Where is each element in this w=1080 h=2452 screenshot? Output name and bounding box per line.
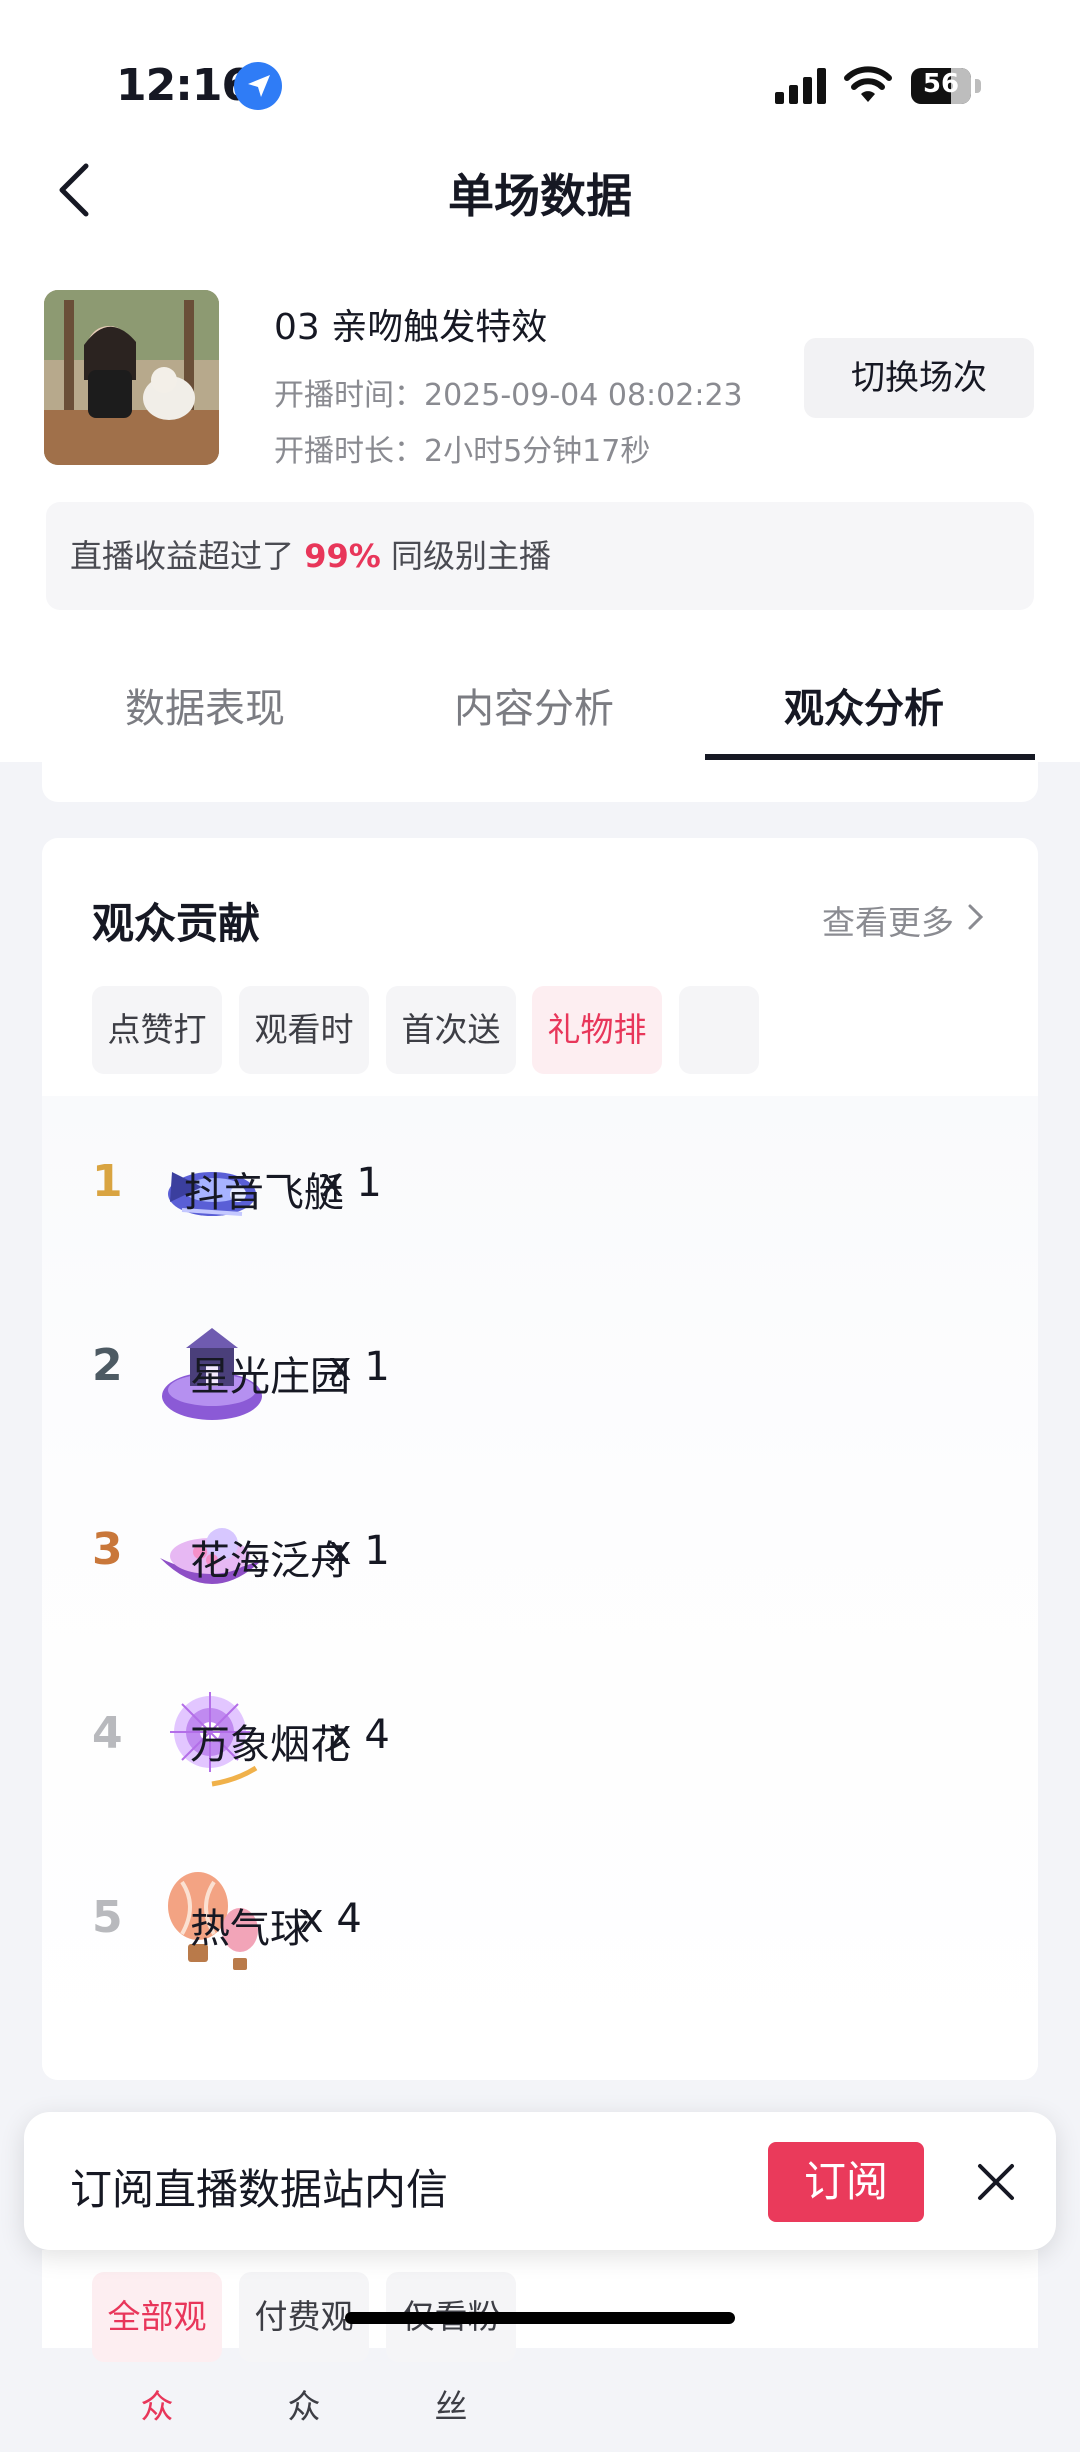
subscribe-button[interactable]: 订阅 bbox=[768, 2142, 924, 2222]
contribution-filter-chips: 点赞打赏 观看时长 首次送礼 礼物排行 bbox=[92, 986, 1038, 1076]
duration-line: 开播时长：2小时5分钟17秒 bbox=[274, 426, 650, 470]
start-time-line: 开播时间：2025-09-04 08:02:23 bbox=[274, 370, 743, 414]
session-name: 03 亲吻触发特效 bbox=[274, 307, 548, 348]
chip-all-audience[interactable]: 全部观众 bbox=[92, 2272, 222, 2426]
earnings-rank-banner: 直播收益超过了 99% 同级别主播 bbox=[46, 502, 1034, 610]
wifi-icon bbox=[844, 66, 892, 102]
gift-row-2: 2 星光庄园 x 1 bbox=[42, 1280, 1038, 1464]
rank-number: 3 bbox=[92, 1524, 123, 1575]
tab-data-performance[interactable]: 数据表现 bbox=[125, 676, 285, 734]
gift-name: 花海泛舟 bbox=[190, 1538, 350, 1584]
previous-card-bottom bbox=[42, 762, 1038, 802]
gift-count: x 1 bbox=[328, 1528, 390, 1574]
status-time: 12:16 bbox=[116, 60, 252, 111]
banner-prefix: 直播收益超过了 bbox=[70, 537, 295, 575]
battery-level: 56 bbox=[922, 69, 960, 99]
start-time-value: 2025-09-04 08:02:23 bbox=[424, 378, 743, 413]
gift-row-1: 1 抖音飞艇 x 1 bbox=[42, 1096, 1038, 1280]
gift-name: 热气球 bbox=[190, 1906, 310, 1952]
start-time-label: 开播时间： bbox=[274, 378, 424, 413]
gift-row-4: 4 万象烟花 x 4 bbox=[42, 1648, 1038, 1832]
rank-number: 1 bbox=[92, 1156, 123, 1207]
gift-count: x 4 bbox=[300, 1896, 362, 1942]
gift-count: x 1 bbox=[328, 1344, 390, 1390]
banner-percent: 99% bbox=[304, 537, 381, 575]
chip-first-gift[interactable]: 首次送礼 bbox=[386, 986, 516, 1074]
audience-contribution-card: 观众贡献 查看更多 点赞打赏 观看时长 首次送礼 礼物排行 1 抖音飞艇 x 1… bbox=[42, 838, 1038, 2080]
duration-label: 开播时长： bbox=[274, 434, 424, 469]
close-icon[interactable] bbox=[968, 2154, 1024, 2210]
audience-filter-card: 全部观众 付费观众 仅看粉丝 bbox=[42, 2250, 1038, 2426]
rank-number: 4 bbox=[92, 1708, 123, 1759]
battery-tip bbox=[975, 79, 981, 93]
view-more-link[interactable]: 查看更多 bbox=[822, 896, 954, 944]
duration-value: 2小时5分钟17秒 bbox=[424, 434, 651, 469]
battery-icon: 56 bbox=[911, 68, 971, 104]
gift-row-5: 5 热气球 x 4 bbox=[42, 1832, 1038, 2016]
rank-number: 5 bbox=[92, 1892, 123, 1943]
location-arrow-icon bbox=[234, 62, 282, 110]
cellular-signal-icon bbox=[775, 68, 826, 104]
gift-row-3: 3 花海泛舟 x 1 bbox=[42, 1464, 1038, 1648]
contribution-title: 观众贡献 bbox=[92, 899, 261, 948]
gift-count: x 1 bbox=[320, 1160, 382, 1206]
banner-suffix: 同级别主播 bbox=[390, 537, 551, 575]
gift-name: 万象烟花 bbox=[190, 1722, 350, 1768]
gift-ranking-list: 1 抖音飞艇 x 1 2 星光庄园 x 1 3 花海泛舟 x 1 4 万象烟花 … bbox=[42, 1096, 1038, 2080]
tab-audience-analysis[interactable]: 观众分析 bbox=[784, 676, 944, 734]
chip-gift-ranking[interactable]: 礼物排行 bbox=[532, 986, 662, 1074]
home-indicator[interactable] bbox=[345, 2312, 735, 2324]
gift-name: 星光庄园 bbox=[190, 1354, 350, 1400]
page-title: 单场数据 bbox=[448, 169, 632, 223]
chip-watch-time[interactable]: 观看时长 bbox=[239, 986, 369, 1074]
subscribe-toast-text: 订阅直播数据站内信 bbox=[70, 2165, 449, 2214]
chip-partial[interactable] bbox=[679, 986, 759, 1074]
switch-session-button[interactable]: 切换场次 bbox=[804, 338, 1034, 418]
session-thumbnail bbox=[44, 290, 219, 465]
rank-number: 2 bbox=[92, 1340, 123, 1391]
gift-count: x 4 bbox=[328, 1712, 390, 1758]
subscribe-toast: 订阅直播数据站内信 订阅 bbox=[24, 2112, 1056, 2250]
chevron-right-icon[interactable] bbox=[966, 902, 986, 932]
tab-content-analysis[interactable]: 内容分析 bbox=[454, 676, 614, 734]
active-tab-indicator bbox=[705, 754, 1035, 760]
chip-likes-tips[interactable]: 点赞打赏 bbox=[92, 986, 222, 1074]
